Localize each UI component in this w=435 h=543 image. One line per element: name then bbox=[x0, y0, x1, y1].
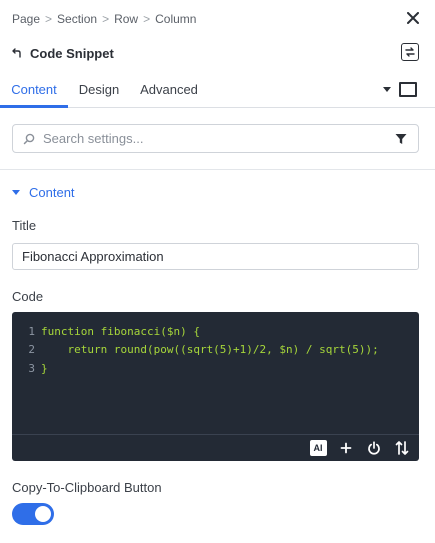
sort-button[interactable] bbox=[393, 439, 411, 457]
section-label: Content bbox=[29, 184, 75, 200]
line-code: function fibonacci($n) { bbox=[41, 324, 200, 338]
line-number: 2 bbox=[28, 343, 35, 357]
code-label: Code bbox=[12, 289, 44, 304]
close-button[interactable] bbox=[405, 9, 421, 27]
filter-button[interactable] bbox=[394, 132, 408, 146]
filter-icon bbox=[395, 133, 407, 144]
ai-icon: AI bbox=[309, 440, 327, 456]
line-number: 3 bbox=[28, 361, 35, 375]
toggle-knob bbox=[35, 506, 51, 522]
line-code: } bbox=[41, 361, 48, 375]
breadcrumb-section[interactable]: Section bbox=[57, 12, 97, 26]
tab-tools bbox=[383, 79, 417, 99]
code-editor[interactable]: 1 function fibonacci($n) { 2 return roun… bbox=[12, 312, 419, 461]
code-line: 2 return round(pow((sqrt(5)+1)/2, $n) / … bbox=[12, 341, 419, 360]
tab-design[interactable]: Design bbox=[68, 70, 130, 108]
back-arrow-icon[interactable] bbox=[12, 47, 22, 59]
search-input[interactable] bbox=[43, 131, 394, 146]
insert-button[interactable] bbox=[337, 439, 355, 457]
breadcrumb-page[interactable]: Page bbox=[12, 12, 40, 26]
code-lines: 1 function fibonacci($n) { 2 return roun… bbox=[12, 322, 419, 378]
power-icon bbox=[368, 441, 380, 455]
swap-button[interactable] bbox=[401, 43, 419, 61]
square-icon[interactable] bbox=[399, 81, 417, 97]
breadcrumb-separator: > bbox=[102, 12, 110, 26]
swap-icon bbox=[405, 47, 415, 57]
breadcrumb-separator: > bbox=[45, 12, 53, 26]
tab-advanced[interactable]: Advanced bbox=[130, 70, 208, 108]
breadcrumb: Page > Section > Row > Column bbox=[12, 10, 196, 28]
ai-button[interactable]: AI bbox=[309, 439, 327, 457]
line-code: return round(pow((sqrt(5)+1)/2, $n) / sq… bbox=[41, 343, 379, 357]
search-icon bbox=[23, 132, 37, 146]
caret-down-icon[interactable] bbox=[383, 86, 391, 92]
search-box bbox=[12, 124, 419, 153]
code-line: 1 function fibonacci($n) { bbox=[12, 322, 419, 341]
content-section-toggle[interactable]: Content bbox=[12, 183, 75, 201]
title-input[interactable] bbox=[12, 243, 419, 270]
close-icon bbox=[407, 12, 419, 24]
breadcrumb-separator: > bbox=[143, 12, 151, 26]
panel-header: Code Snippet bbox=[12, 42, 114, 64]
copy-button-toggle[interactable] bbox=[12, 503, 54, 525]
copy-button-label: Copy-To-Clipboard Button bbox=[12, 480, 162, 495]
divider bbox=[0, 169, 435, 170]
panel-title: Code Snippet bbox=[30, 45, 114, 61]
editor-toolbar: AI bbox=[12, 434, 419, 461]
breadcrumb-column[interactable]: Column bbox=[155, 12, 196, 26]
power-button[interactable] bbox=[365, 439, 383, 457]
caret-down-icon bbox=[12, 189, 20, 195]
line-number: 1 bbox=[28, 324, 35, 338]
breadcrumb-row[interactable]: Row bbox=[114, 12, 138, 26]
tab-content[interactable]: Content bbox=[0, 70, 68, 108]
title-label: Title bbox=[12, 218, 37, 233]
tab-bar: Content Design Advanced bbox=[0, 70, 435, 108]
active-tab-indicator bbox=[0, 105, 68, 108]
sort-icon bbox=[395, 441, 409, 455]
plus-icon bbox=[340, 442, 352, 454]
code-line: 3 } bbox=[12, 359, 419, 378]
